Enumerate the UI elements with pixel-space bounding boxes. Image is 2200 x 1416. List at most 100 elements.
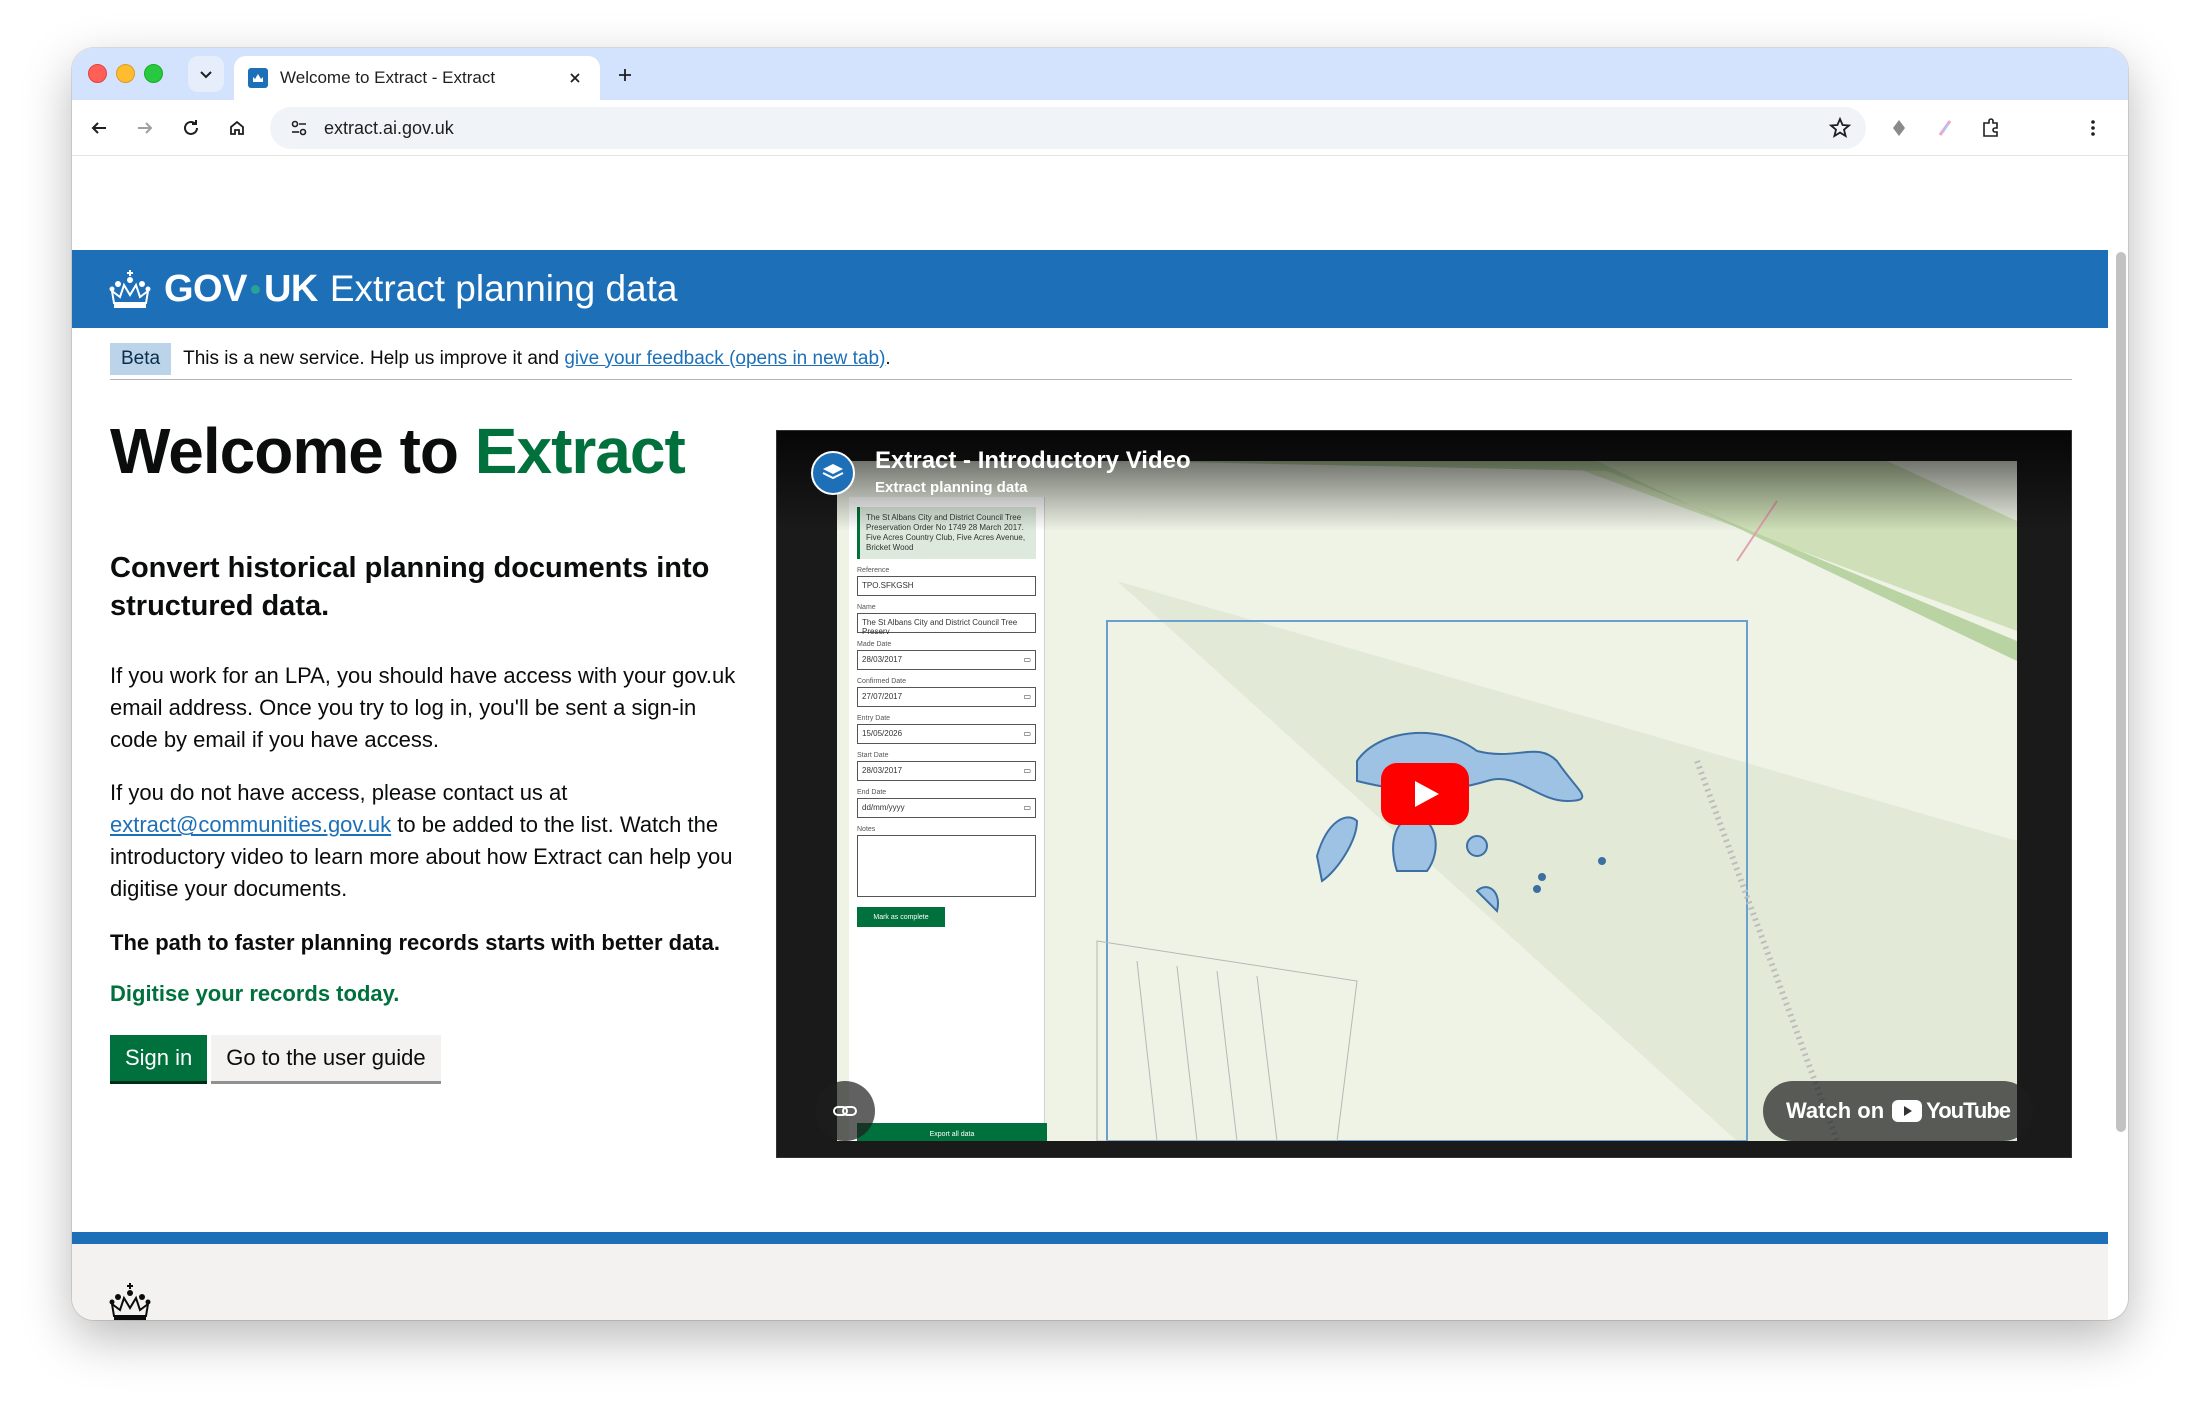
form-value: TPO.SFKGSH (862, 581, 914, 590)
copy-link-button[interactable] (815, 1081, 875, 1141)
calendar-icon: ▭ (1023, 692, 1031, 701)
mark-complete-button: Mark as complete (857, 907, 945, 927)
notes-input (857, 835, 1036, 897)
form-input: 27/07/2017 ▭ (857, 687, 1036, 707)
record-form-panel: The St Albans City and District Council … (849, 497, 1047, 1141)
page-title-accent: Extract (474, 415, 686, 487)
extension-diamond-icon[interactable] (1884, 113, 1914, 143)
govuk-footer (72, 1244, 2108, 1320)
form-label: Notes (857, 826, 876, 833)
extensions-puzzle-icon[interactable] (1976, 113, 2006, 143)
youtube-logo: YouTube (1892, 1098, 2011, 1124)
page-scrollbar[interactable] (2116, 252, 2126, 1132)
user-guide-button[interactable]: Go to the user guide (211, 1034, 441, 1081)
site-info-icon[interactable] (286, 115, 312, 141)
bookmark-star-icon[interactable] (1828, 116, 1852, 140)
form-value: The St Albans City and District Council … (862, 618, 1018, 636)
form-input: The St Albans City and District Council … (857, 613, 1036, 636)
page-title-prefix: Welcome to (110, 415, 459, 487)
form-label: Confirmed Date (857, 678, 907, 685)
sign-in-button[interactable]: Sign in (110, 1034, 208, 1081)
watch-on-youtube-button[interactable]: Watch on YouTube (1763, 1081, 2033, 1141)
form-label: Reference (857, 567, 890, 574)
tab-strip: Welcome to Extract - Extract (72, 48, 2128, 100)
forward-button[interactable] (130, 113, 160, 143)
feedback-link[interactable]: give your feedback (opens in new tab) (564, 348, 885, 369)
calendar-icon: ▭ (1023, 655, 1031, 664)
form-label: Made Date (857, 641, 892, 648)
govuk-favicon-icon (248, 68, 268, 88)
new-tab-button[interactable] (610, 60, 640, 90)
form-value: 28/03/2017 (862, 655, 903, 664)
back-button[interactable] (84, 113, 114, 143)
channel-avatar[interactable] (811, 451, 855, 495)
page-viewport: GOV UK Extract planning data Beta This i… (72, 156, 2128, 1320)
arrow-right-icon (138, 122, 153, 134)
chevron-down-icon (200, 71, 212, 79)
contact-text-before: If you do not have access, please contac… (110, 780, 568, 806)
url-text: extract.ai.gov.uk (324, 117, 454, 138)
form-input: 15/05/2026 ▭ (857, 724, 1036, 744)
calendar-icon: ▭ (1023, 803, 1031, 812)
footer-top-border (72, 1232, 2108, 1244)
calendar-icon: ▭ (1023, 766, 1031, 775)
address-bar[interactable]: extract.ai.gov.uk (270, 107, 1866, 149)
form-label: End Date (857, 789, 887, 796)
video-title[interactable]: Extract - Introductory Video (875, 447, 1191, 475)
form-value: dd/mm/yyyy (862, 803, 905, 812)
intro-video-player[interactable]: The St Albans City and District Council … (776, 430, 2072, 1158)
phase-banner-message: This is a new service. Help us improve i… (183, 347, 560, 369)
crown-icon[interactable] (108, 267, 152, 311)
youtube-wordmark: YouTube (1926, 1098, 2011, 1123)
form-input: 28/03/2017 ▭ (857, 761, 1036, 781)
active-tab[interactable]: Welcome to Extract - Extract (234, 56, 600, 100)
reload-icon (184, 120, 198, 135)
form-value: 28/03/2017 (862, 766, 903, 775)
more-options-icon[interactable] (2078, 113, 2108, 143)
form-value: 27/07/2017 (862, 692, 903, 701)
home-icon (230, 120, 244, 135)
browser-window: Welcome to Extract - Extract extract.ai.… (72, 48, 2128, 1320)
lead-paragraph: Convert historical planning documents in… (110, 552, 710, 623)
contact-paragraph: If you do not have access, please contac… (110, 777, 750, 905)
access-paragraph: If you work for an LPA, you should have … (110, 662, 736, 752)
logotype-left: GOV (164, 267, 247, 310)
maximize-window-button[interactable] (144, 64, 163, 83)
browser-toolbar: extract.ai.gov.uk (72, 100, 2128, 156)
phase-banner-trailing: . (885, 347, 891, 369)
phase-banner-text: This is a new service. Help us improve i… (183, 348, 891, 370)
logotype-dot (250, 284, 260, 294)
play-button-icon[interactable] (1381, 763, 1469, 825)
tagline-bold: The path to faster planning records star… (110, 930, 720, 955)
home-button[interactable] (222, 113, 252, 143)
tab-search-button[interactable] (188, 56, 224, 92)
close-window-button[interactable] (88, 64, 107, 83)
form-input: TPO.SFKGSH (857, 576, 1036, 596)
contact-email-link[interactable]: extract@communities.gov.uk (110, 812, 391, 837)
export-button: Export all data (857, 1123, 1047, 1141)
extension-feather-icon[interactable] (1930, 113, 1960, 143)
watch-on-label: Watch on (1785, 1098, 1885, 1123)
calendar-icon: ▭ (1023, 729, 1031, 738)
form-value: 15/05/2026 (862, 729, 903, 738)
beta-tag: Beta (110, 342, 172, 375)
govuk-header: GOV UK Extract planning data (72, 250, 2108, 328)
service-name[interactable]: Extract planning data (330, 268, 678, 310)
page-title: Welcome to Extract (110, 416, 750, 486)
crown-icon (109, 1283, 151, 1320)
minimize-window-button[interactable] (116, 64, 135, 83)
plus-icon (619, 69, 631, 81)
arrow-left-icon (91, 122, 106, 134)
layers-icon (822, 464, 844, 480)
intro-column: Welcome to Extract Convert historical pl… (110, 416, 750, 1081)
video-channel-name[interactable]: Extract planning data (875, 479, 1028, 496)
form-label: Start Date (857, 752, 889, 759)
action-buttons: Sign in Go to the user guide (110, 1034, 750, 1081)
logotype-right: UK (263, 267, 318, 310)
close-tab-icon[interactable] (564, 67, 586, 89)
govuk-logotype[interactable]: GOV UK (164, 268, 318, 311)
link-icon (833, 1106, 857, 1116)
form-label: Name (857, 604, 876, 611)
form-input: 28/03/2017 ▭ (857, 650, 1036, 670)
reload-button[interactable] (176, 113, 206, 143)
